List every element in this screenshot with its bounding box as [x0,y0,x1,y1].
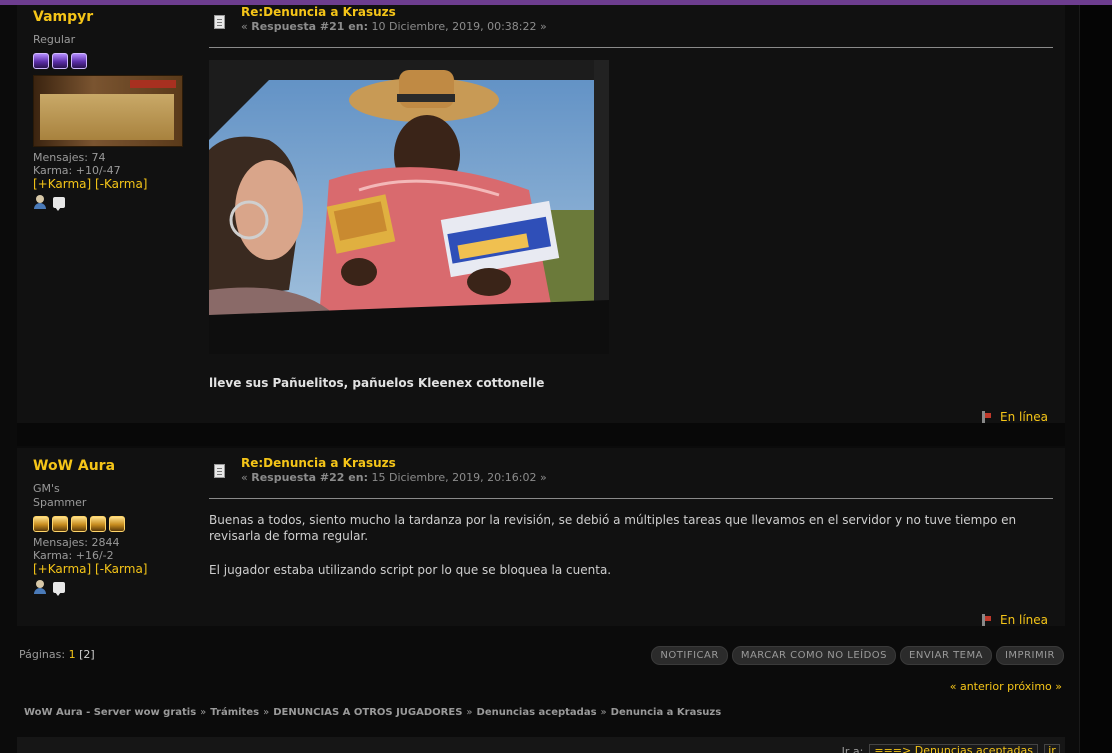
karma-value: Karma: +10/-47 [33,164,121,177]
author-group: Regular [33,33,76,46]
notify-button[interactable]: NOTIFICAR [651,646,728,665]
rank-star-icon [52,516,68,532]
post-subject[interactable]: Re:Denuncia a Krasuzs [241,456,396,470]
post-subject[interactable]: Re:Denuncia a Krasuzs [241,5,396,19]
next-topic-link[interactable]: próximo » [1007,680,1062,693]
online-label: En línea [999,613,1048,627]
print-button[interactable]: IMPRIMIR [995,646,1064,665]
profile-icon[interactable] [33,195,47,209]
breadcrumb-item[interactable]: DENUNCIAS A OTROS JUGADORES [273,707,462,718]
breadcrumb-separator: » [466,707,473,718]
poster-actions [33,580,203,596]
profile-icon[interactable] [33,580,47,594]
online-icon [981,614,992,626]
breadcrumb-separator: » [200,707,207,718]
breadcrumb: WoW Aura - Server wow gratis» Trámites» DE… [24,707,721,718]
poster-info: Vampyr Regular Mensajes: 74 Karma: +10/-… [33,9,203,211]
message-count: Mensajes: 74 [33,151,106,164]
breadcrumb-item[interactable]: Denuncias aceptadas [477,707,597,718]
send-topic-button[interactable]: ENVIAR TEMA [900,646,992,665]
online-status: En línea [981,410,1048,424]
jump-go-button[interactable]: ir [1044,744,1060,753]
rank-star-icon [52,53,68,69]
message-count: Mensajes: 2844 [33,536,120,549]
post-body-paragraph: El jugador estaba utilizando script por … [209,563,612,577]
topic-nav: « anterior próximo » [950,680,1062,693]
post-date: 10 Diciembre, 2019, 00:38:22 [371,20,537,33]
post-document-icon [214,464,225,478]
jump-to: Ir a: ===> Denuncias aceptadas ir [842,744,1060,753]
post-meta: « Respuesta #21 en: 10 Diciembre, 2019, … [241,20,547,33]
post-divider [209,47,1053,48]
post-body-paragraph: Buenas a todos, siento mucho la tardanza… [209,513,1017,543]
pagination: Páginas: 1 [2] [19,648,95,661]
poster-info: WoW Aura GM's Spammer Mensajes: 2844 Kar… [33,458,203,596]
rank-star-icon [109,516,125,532]
poster-actions [33,195,203,211]
rank-stars [33,516,203,532]
post-date: 15 Diciembre, 2019, 20:16:02 [371,471,537,484]
breadcrumb-item[interactable]: WoW Aura - Server wow gratis [24,707,196,718]
reply-label: Respuesta #22 en: [251,471,368,484]
author-name[interactable]: Vampyr [33,9,203,25]
breadcrumb-separator: » [600,707,607,718]
private-message-icon[interactable] [53,196,65,211]
reply-label: Respuesta #21 en: [251,20,368,33]
rank-star-icon [90,516,106,532]
pagination-label: Páginas: [19,648,66,661]
rank-star-icon [33,53,49,69]
post-body: lleve sus Pañuelitos, pañuelos Kleenex c… [209,376,545,390]
rank-stars [33,53,203,69]
breadcrumb-separator: » [263,707,270,718]
street-vendor-photo [209,60,609,354]
karma-links[interactable]: [+Karma] [-Karma] [33,562,203,576]
mark-unread-button[interactable]: MARCAR COMO NO LEÍDOS [731,646,897,665]
rank-star-icon [71,53,87,69]
online-status: En línea [981,613,1048,627]
karma-value: Karma: +16/-2 [33,549,114,562]
rank-star-icon [71,516,87,532]
private-message-icon[interactable] [53,581,65,596]
author-name[interactable]: WoW Aura [33,458,203,474]
post-meta: « Respuesta #22 en: 15 Diciembre, 2019, … [241,471,547,484]
jump-select[interactable]: ===> Denuncias aceptadas [869,744,1038,753]
post-image [209,60,609,354]
karma-links[interactable]: [+Karma] [-Karma] [33,177,203,191]
author-group: GM's [33,482,60,495]
avatar-stamp [130,80,176,88]
breadcrumb-item[interactable]: Denuncia a Krasuzs [611,707,722,718]
post-separator [17,423,1065,446]
post-divider [209,498,1053,499]
online-label: En línea [999,410,1048,424]
prev-topic-link[interactable]: « anterior [950,680,1004,693]
rank-star-icon [33,516,49,532]
avatar [33,75,183,147]
breadcrumb-item[interactable]: Trámites [210,707,259,718]
post-document-icon [214,15,225,29]
page-link-1[interactable]: 1 [69,648,76,661]
page-current: [2] [79,648,95,661]
topic-action-buttons: NOTIFICAR MARCAR COMO NO LEÍDOS ENVIAR T… [651,646,1064,665]
jump-label: Ir a: [841,744,864,753]
online-icon [981,411,992,423]
avatar-parchment [40,94,174,140]
author-group-secondary: Spammer [33,496,87,509]
